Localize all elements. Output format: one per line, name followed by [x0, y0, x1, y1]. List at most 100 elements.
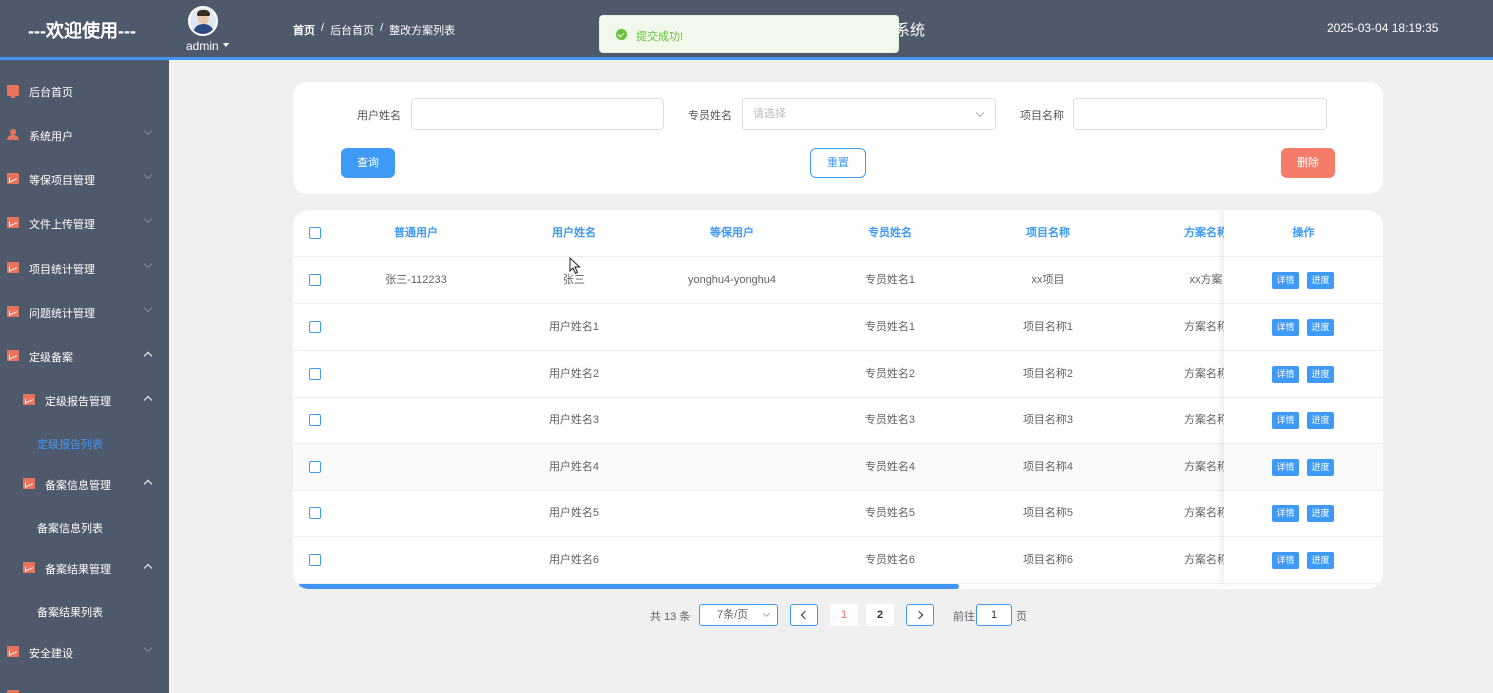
column-header[interactable]: 等保用户 [672, 210, 792, 256]
prev-page-button[interactable] [790, 604, 818, 626]
sidebar-item-label: 定级备案 [29, 352, 73, 364]
sidebar-item-project-stats[interactable]: 项目统计管理 [0, 246, 169, 290]
row-checkbox[interactable] [309, 461, 321, 473]
table-cell: 专员姓名3 [864, 414, 916, 426]
chevron-up-icon [143, 351, 153, 361]
sidebar-item-filing-info-list[interactable]: 备案信息列表 [37, 520, 103, 536]
chevron-down-icon [143, 214, 153, 224]
progress-button[interactable]: 进度 [1307, 505, 1334, 522]
toast-message: 提交成功! [636, 31, 684, 43]
detail-button[interactable]: 详情 [1272, 552, 1299, 569]
page-size-select[interactable]: 7条/页 [699, 604, 778, 626]
action-column-header: 操作 [1292, 227, 1315, 239]
table-cell [672, 537, 792, 583]
sidebar-item-filing-info-mgmt[interactable]: 备案信息管理 [0, 462, 169, 506]
chevron-down-icon [143, 170, 153, 180]
progress-button[interactable]: 进度 [1307, 319, 1334, 336]
progress-button[interactable]: 进度 [1307, 366, 1334, 383]
sidebar-item-filing-result-list[interactable]: 备案结果列表 [37, 604, 103, 620]
table-cell: 张三-112233 [385, 274, 447, 286]
table-cell [356, 397, 476, 443]
row-checkbox[interactable] [309, 368, 321, 380]
chevron-down-icon [143, 643, 153, 653]
row-checkbox[interactable] [309, 274, 321, 286]
chart-icon [7, 306, 19, 317]
chart-icon [7, 350, 19, 361]
caret-down-icon[interactable] [223, 43, 229, 47]
sidebar-item-dashboard[interactable]: 后台首页 [0, 69, 169, 113]
user-name[interactable]: admin [186, 39, 219, 53]
detail-button[interactable]: 详情 [1272, 366, 1299, 383]
table-cell [356, 304, 476, 350]
welcome-text: ---欢迎使用--- [28, 21, 136, 41]
sidebar-item-partial[interactable] [0, 674, 169, 693]
table-row: 用户姓名5 专员姓名5 项目名称5 方案名称 [293, 490, 1383, 537]
detail-button[interactable]: 详情 [1272, 319, 1299, 336]
progress-button[interactable]: 进度 [1307, 459, 1334, 476]
staff-name-placeholder: 请选择 [753, 108, 786, 120]
staff-name-select[interactable]: 请选择 [742, 98, 996, 130]
column-header[interactable]: 普通用户 [356, 210, 476, 256]
breadcrumb: 首页 / 后台首页 / 整改方案列表 [293, 22, 455, 38]
chevron-right-icon [914, 610, 924, 620]
breadcrumb-current: 整改方案列表 [389, 25, 456, 37]
sidebar-item-grading-report-mgmt[interactable]: 定级报告管理 [0, 378, 169, 422]
column-header[interactable]: 项目名称 [988, 210, 1108, 256]
table-cell [356, 537, 476, 583]
page-size-value: 7条/页 [717, 609, 749, 621]
chevron-down-icon [143, 259, 153, 269]
progress-button[interactable]: 进度 [1307, 552, 1334, 569]
user-name-label: 用户姓名 [357, 110, 401, 122]
progress-button[interactable]: 进度 [1307, 272, 1334, 289]
sidebar-item-label: 系统用户 [29, 131, 73, 143]
page-number[interactable]: 2 [866, 604, 894, 626]
sidebar-item-issue-stats[interactable]: 问题统计管理 [0, 290, 169, 334]
row-checkbox[interactable] [309, 414, 321, 426]
detail-button[interactable]: 详情 [1272, 505, 1299, 522]
goto-page-input[interactable]: 1 [976, 604, 1012, 626]
action-header: 操作 [1224, 210, 1383, 257]
chart-icon [23, 478, 35, 489]
sidebar-item-project-mgmt[interactable]: 等保项目管理 [0, 157, 169, 201]
page-number[interactable]: 1 [830, 604, 858, 626]
sidebar-item-label: 安全建设 [29, 648, 73, 660]
sidebar-item-system-users[interactable]: 系统用户 [0, 113, 169, 157]
breadcrumb-separator: / [321, 22, 325, 34]
row-checkbox[interactable] [309, 554, 321, 566]
data-table: 普通用户 用户姓名 等保用户 专员姓名 项目名称 方案名称 张三-112233 … [293, 210, 1383, 589]
user-name-input[interactable] [411, 98, 664, 130]
sidebar-item-security-build[interactable]: 安全建设 [0, 630, 169, 674]
detail-button[interactable]: 详情 [1272, 459, 1299, 476]
table-cell [672, 351, 792, 397]
detail-button[interactable]: 详情 [1272, 412, 1299, 429]
row-checkbox[interactable] [309, 507, 321, 519]
column-header[interactable]: 用户姓名 [514, 210, 634, 256]
chart-icon [7, 173, 19, 184]
sidebar-item-grading-report-list[interactable]: 定级报告列表 [37, 436, 103, 452]
delete-button[interactable]: 删除 [1281, 148, 1335, 178]
horizontal-scrollbar[interactable] [298, 584, 959, 589]
breadcrumb-home[interactable]: 首页 [293, 22, 315, 38]
row-checkbox[interactable] [309, 321, 321, 333]
avatar[interactable] [188, 6, 218, 36]
table-cell: 项目名称4 [1022, 461, 1074, 473]
select-all-checkbox[interactable] [309, 227, 321, 239]
detail-button[interactable]: 详情 [1272, 272, 1299, 289]
breadcrumb-dashboard[interactable]: 后台首页 [330, 22, 374, 38]
reset-button[interactable]: 重置 [810, 148, 866, 178]
sidebar-item-grading-filing[interactable]: 定级备案 [0, 334, 169, 378]
success-toast: 提交成功! [599, 15, 899, 53]
query-button[interactable]: 查询 [341, 148, 395, 178]
table-cell: 专员姓名6 [864, 554, 916, 566]
table-cell [672, 444, 792, 490]
sidebar-item-label: 项目统计管理 [29, 264, 95, 276]
staff-name-label: 专员姓名 [688, 110, 732, 122]
table-cell: 专员姓名4 [864, 461, 916, 473]
sidebar-item-file-upload[interactable]: 文件上传管理 [0, 201, 169, 245]
table-cell: 项目名称3 [1022, 414, 1074, 426]
sidebar-item-filing-result-mgmt[interactable]: 备案结果管理 [0, 546, 169, 590]
progress-button[interactable]: 进度 [1307, 412, 1334, 429]
project-name-input[interactable] [1073, 98, 1327, 130]
next-page-button[interactable] [906, 604, 934, 626]
column-header[interactable]: 专员姓名 [830, 210, 950, 256]
